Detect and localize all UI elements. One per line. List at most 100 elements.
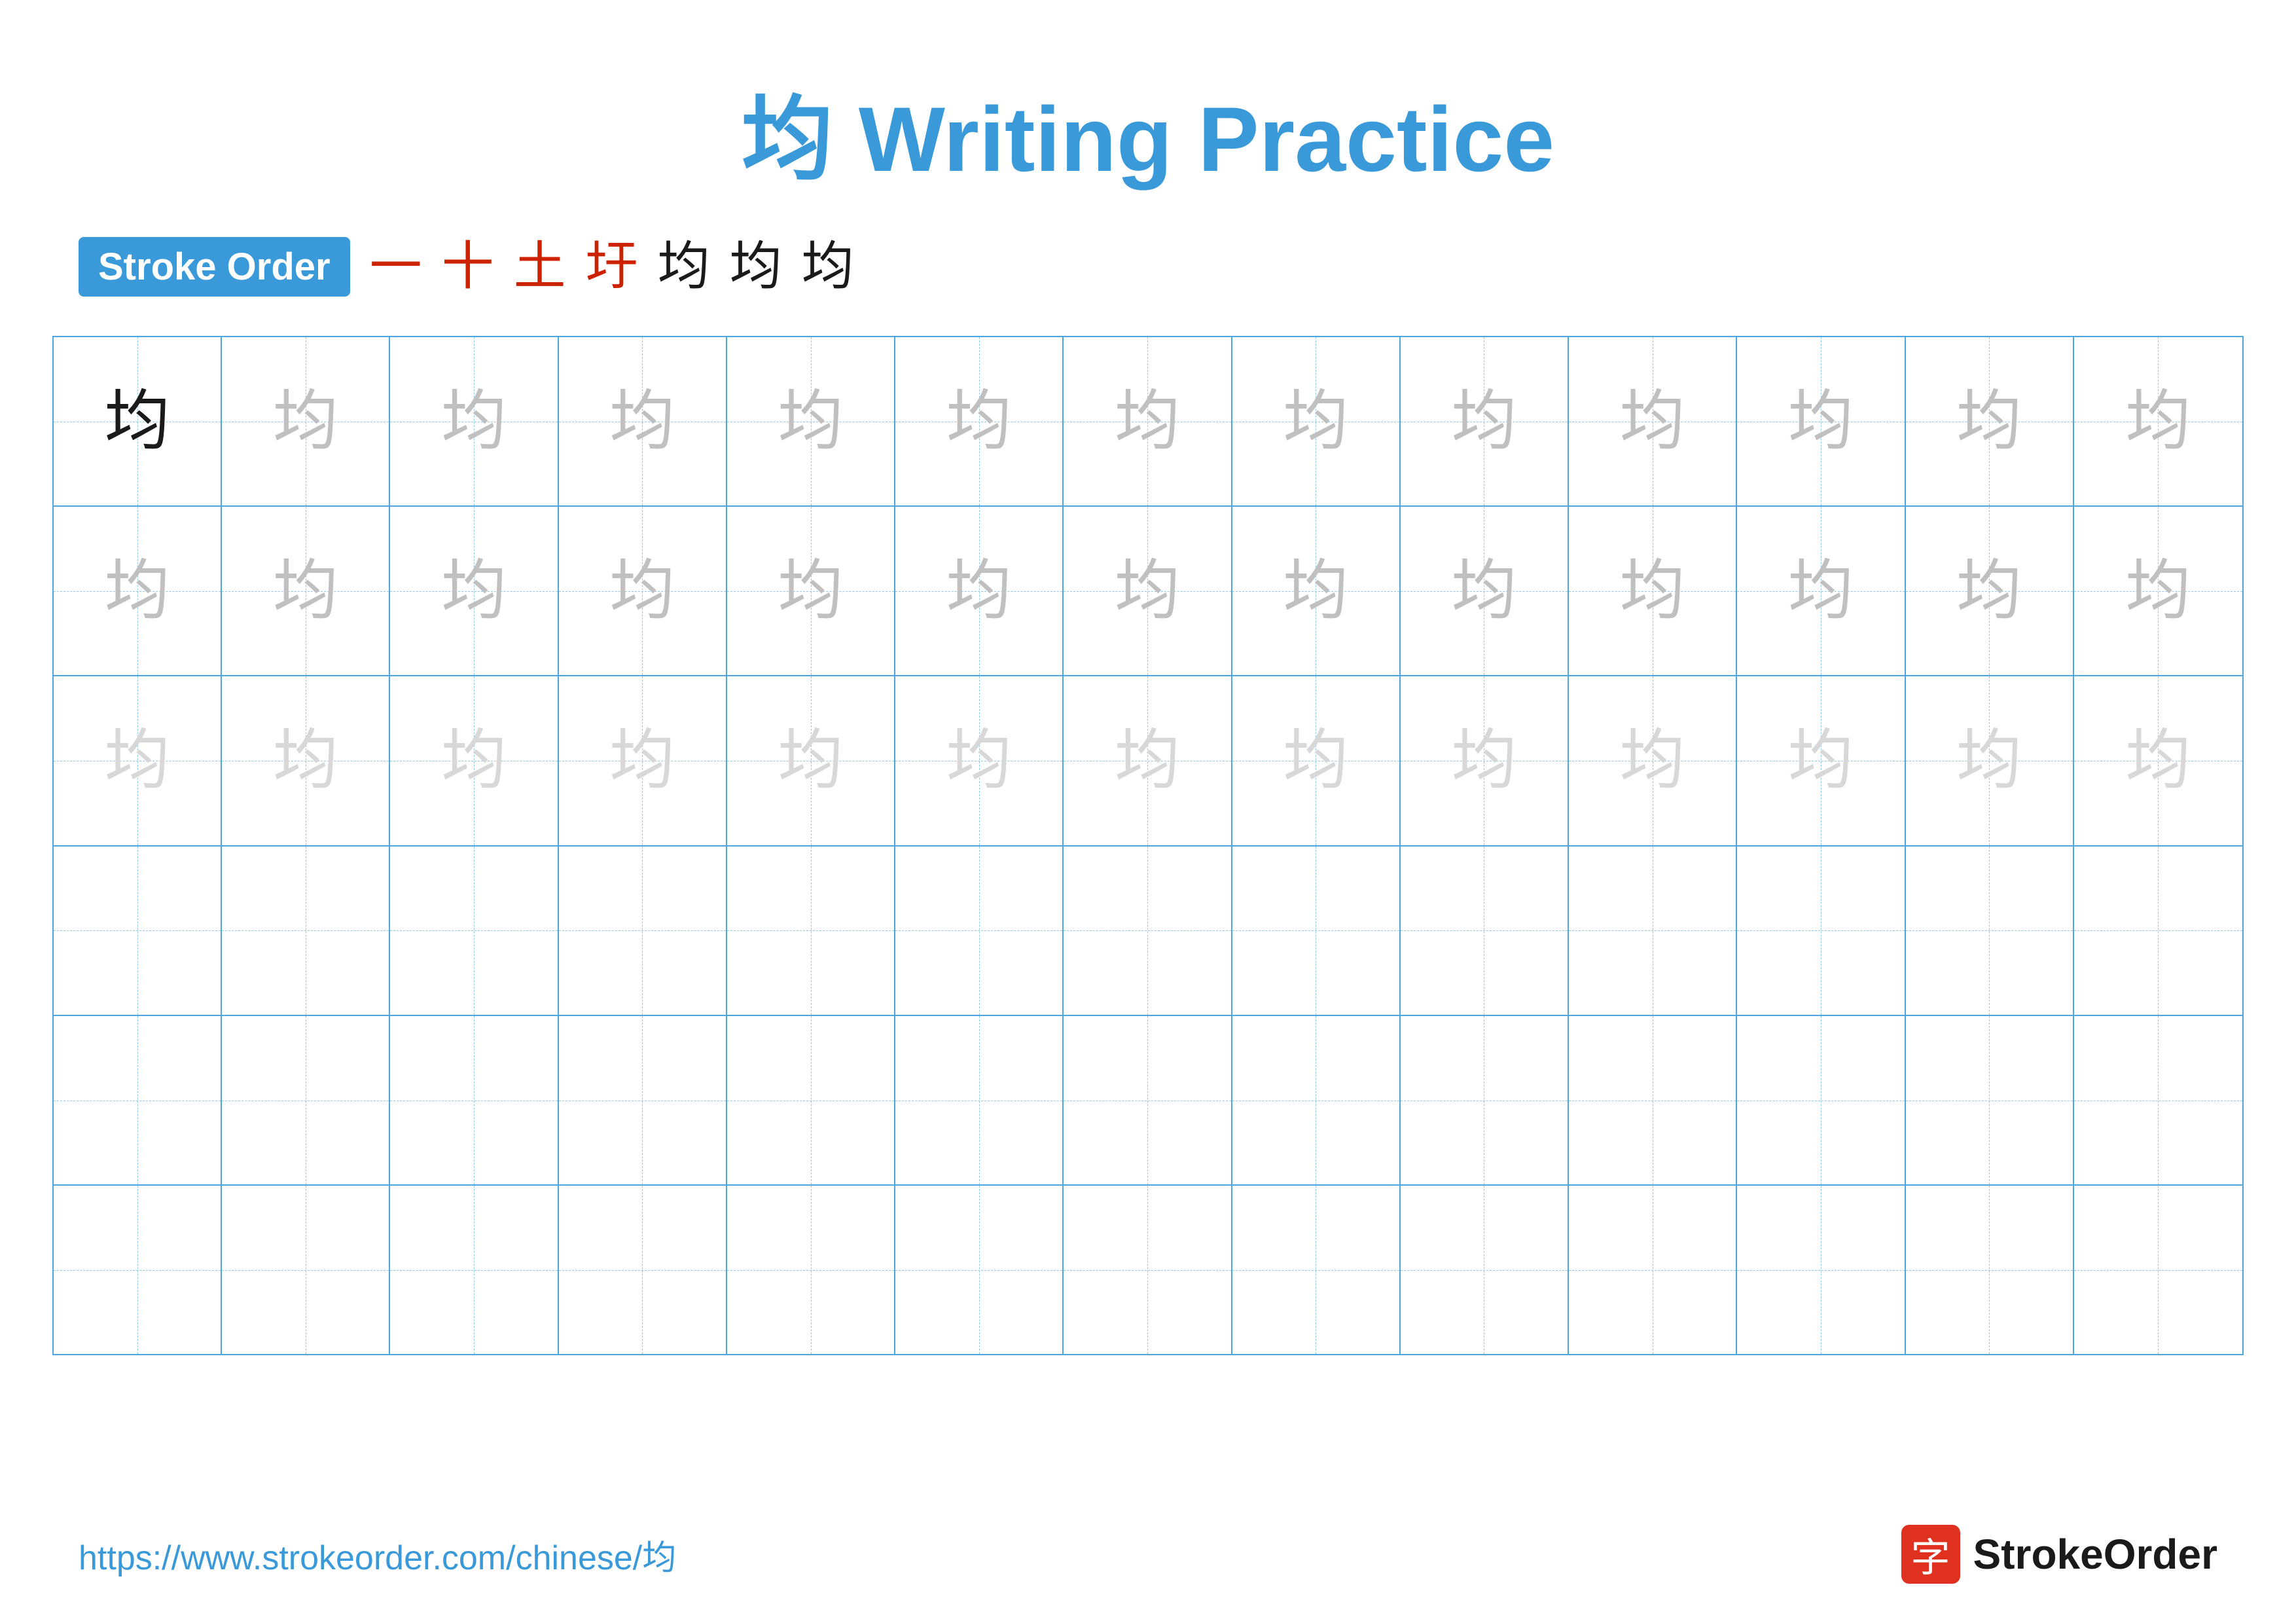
grid-cell[interactable]: 均 <box>1064 337 1232 505</box>
grid-cell[interactable]: 均 <box>1569 337 1737 505</box>
grid-cell[interactable]: 均 <box>1232 337 1401 505</box>
char-gray: 均 <box>273 389 338 454</box>
grid-cell[interactable]: 均 <box>2074 676 2242 845</box>
grid-cell[interactable]: 均 <box>54 337 222 505</box>
grid-cell[interactable]: 均 <box>2074 337 2242 505</box>
grid-cell[interactable] <box>1064 1016 1232 1184</box>
grid-cell[interactable]: 均 <box>1737 507 1905 675</box>
grid-cell[interactable]: 均 <box>1906 676 2074 845</box>
grid-cell[interactable]: 均 <box>559 337 727 505</box>
grid-cell[interactable]: 均 <box>1232 676 1401 845</box>
grid-cell[interactable]: 均 <box>1401 507 1569 675</box>
grid-cell[interactable]: 均 <box>1401 337 1569 505</box>
grid-cell[interactable]: 均 <box>559 676 727 845</box>
char-gray: 均 <box>1620 558 1685 624</box>
grid-cell[interactable]: 均 <box>390 507 558 675</box>
grid-cell[interactable] <box>1064 1186 1232 1354</box>
grid-cell[interactable] <box>1232 1186 1401 1354</box>
grid-cell[interactable]: 均 <box>727 507 895 675</box>
grid-cell[interactable] <box>1064 847 1232 1015</box>
grid-cell[interactable] <box>1569 1186 1737 1354</box>
char-light: 均 <box>273 728 338 793</box>
grid-cell[interactable]: 均 <box>1569 507 1737 675</box>
grid-cell[interactable]: 均 <box>1232 507 1401 675</box>
char-gray: 均 <box>609 389 675 454</box>
grid-cell[interactable]: 均 <box>727 676 895 845</box>
grid-cell[interactable] <box>1906 1016 2074 1184</box>
grid-cell[interactable]: 均 <box>222 676 390 845</box>
char-light: 均 <box>609 728 675 793</box>
char-light: 均 <box>1115 728 1180 793</box>
grid-cell[interactable]: 均 <box>1737 676 1905 845</box>
char-gray: 均 <box>105 558 170 624</box>
grid-cell[interactable] <box>2074 847 2242 1015</box>
grid-cell[interactable] <box>559 1186 727 1354</box>
grid-cell[interactable] <box>727 847 895 1015</box>
grid-cell[interactable] <box>390 847 558 1015</box>
grid-cell[interactable]: 均 <box>1064 507 1232 675</box>
grid-cell[interactable]: 均 <box>1906 507 2074 675</box>
grid-cell[interactable] <box>1401 1186 1569 1354</box>
grid-cell[interactable]: 均 <box>1569 676 1737 845</box>
grid-cell[interactable] <box>1906 1186 2074 1354</box>
grid-cell[interactable]: 均 <box>222 507 390 675</box>
grid-cell[interactable]: 均 <box>559 507 727 675</box>
grid-cell[interactable] <box>1737 847 1905 1015</box>
grid-cell[interactable] <box>2074 1186 2242 1354</box>
grid-cell[interactable] <box>54 847 222 1015</box>
grid-cell[interactable] <box>390 1016 558 1184</box>
grid-cell[interactable] <box>559 847 727 1015</box>
grid-cell[interactable] <box>1569 1016 1737 1184</box>
char-light: 均 <box>778 728 844 793</box>
grid-cell[interactable]: 均 <box>390 676 558 845</box>
char-light: 均 <box>1451 728 1516 793</box>
grid-cell[interactable]: 均 <box>2074 507 2242 675</box>
grid-cell[interactable] <box>222 1186 390 1354</box>
grid-cell[interactable]: 均 <box>222 337 390 505</box>
char-gray: 均 <box>1115 558 1180 624</box>
grid-cell[interactable] <box>1401 1016 1569 1184</box>
grid-cell[interactable] <box>54 1016 222 1184</box>
grid-cell[interactable]: 均 <box>895 507 1064 675</box>
grid-cell[interactable]: 均 <box>895 337 1064 505</box>
grid-cell[interactable] <box>895 1186 1064 1354</box>
grid-cell[interactable] <box>2074 1016 2242 1184</box>
grid-cell[interactable] <box>895 1016 1064 1184</box>
grid-cell[interactable] <box>559 1016 727 1184</box>
grid-cell[interactable] <box>1737 1016 1905 1184</box>
grid-cell[interactable]: 均 <box>1906 337 2074 505</box>
stroke-order-row: Stroke Order 一 十 土 圩 均 均 均 <box>0 237 2296 297</box>
grid-cell[interactable]: 均 <box>1737 337 1905 505</box>
char-gray: 均 <box>1451 389 1516 454</box>
logo-name: StrokeOrder <box>1973 1530 2217 1578</box>
grid-cell[interactable] <box>390 1186 558 1354</box>
grid-cell[interactable]: 均 <box>1401 676 1569 845</box>
grid-cell[interactable]: 均 <box>54 507 222 675</box>
grid-cell[interactable] <box>222 847 390 1015</box>
grid-cell[interactable] <box>1232 847 1401 1015</box>
grid-cell[interactable]: 均 <box>54 676 222 845</box>
char-gray: 均 <box>2125 389 2191 454</box>
grid-cell[interactable] <box>1737 1186 1905 1354</box>
grid-cell[interactable] <box>54 1186 222 1354</box>
footer-url[interactable]: https://www.strokeorder.com/chinese/均 <box>79 1530 676 1579</box>
grid-cell[interactable] <box>895 847 1064 1015</box>
grid-cell[interactable] <box>727 1016 895 1184</box>
practice-grid: 均 均 均 均 均 均 均 均 均 均 均 均 均 均 均 均 均 均 均 均 … <box>52 336 2244 1355</box>
grid-cell[interactable] <box>1569 847 1737 1015</box>
stroke-step-2: 十 <box>442 241 494 293</box>
grid-cell[interactable] <box>1906 847 2074 1015</box>
grid-cell[interactable] <box>1232 1016 1401 1184</box>
char-gray: 均 <box>1283 389 1348 454</box>
grid-cell[interactable]: 均 <box>1064 676 1232 845</box>
grid-cell[interactable] <box>222 1016 390 1184</box>
stroke-step-7: 均 <box>802 241 854 293</box>
grid-row-3: 均 均 均 均 均 均 均 均 均 均 均 均 均 <box>54 676 2242 846</box>
grid-cell[interactable] <box>727 1186 895 1354</box>
char-gray: 均 <box>1788 389 1854 454</box>
grid-cell[interactable] <box>1401 847 1569 1015</box>
grid-cell[interactable]: 均 <box>727 337 895 505</box>
char-gray: 均 <box>1956 389 2022 454</box>
grid-cell[interactable]: 均 <box>390 337 558 505</box>
grid-cell[interactable]: 均 <box>895 676 1064 845</box>
